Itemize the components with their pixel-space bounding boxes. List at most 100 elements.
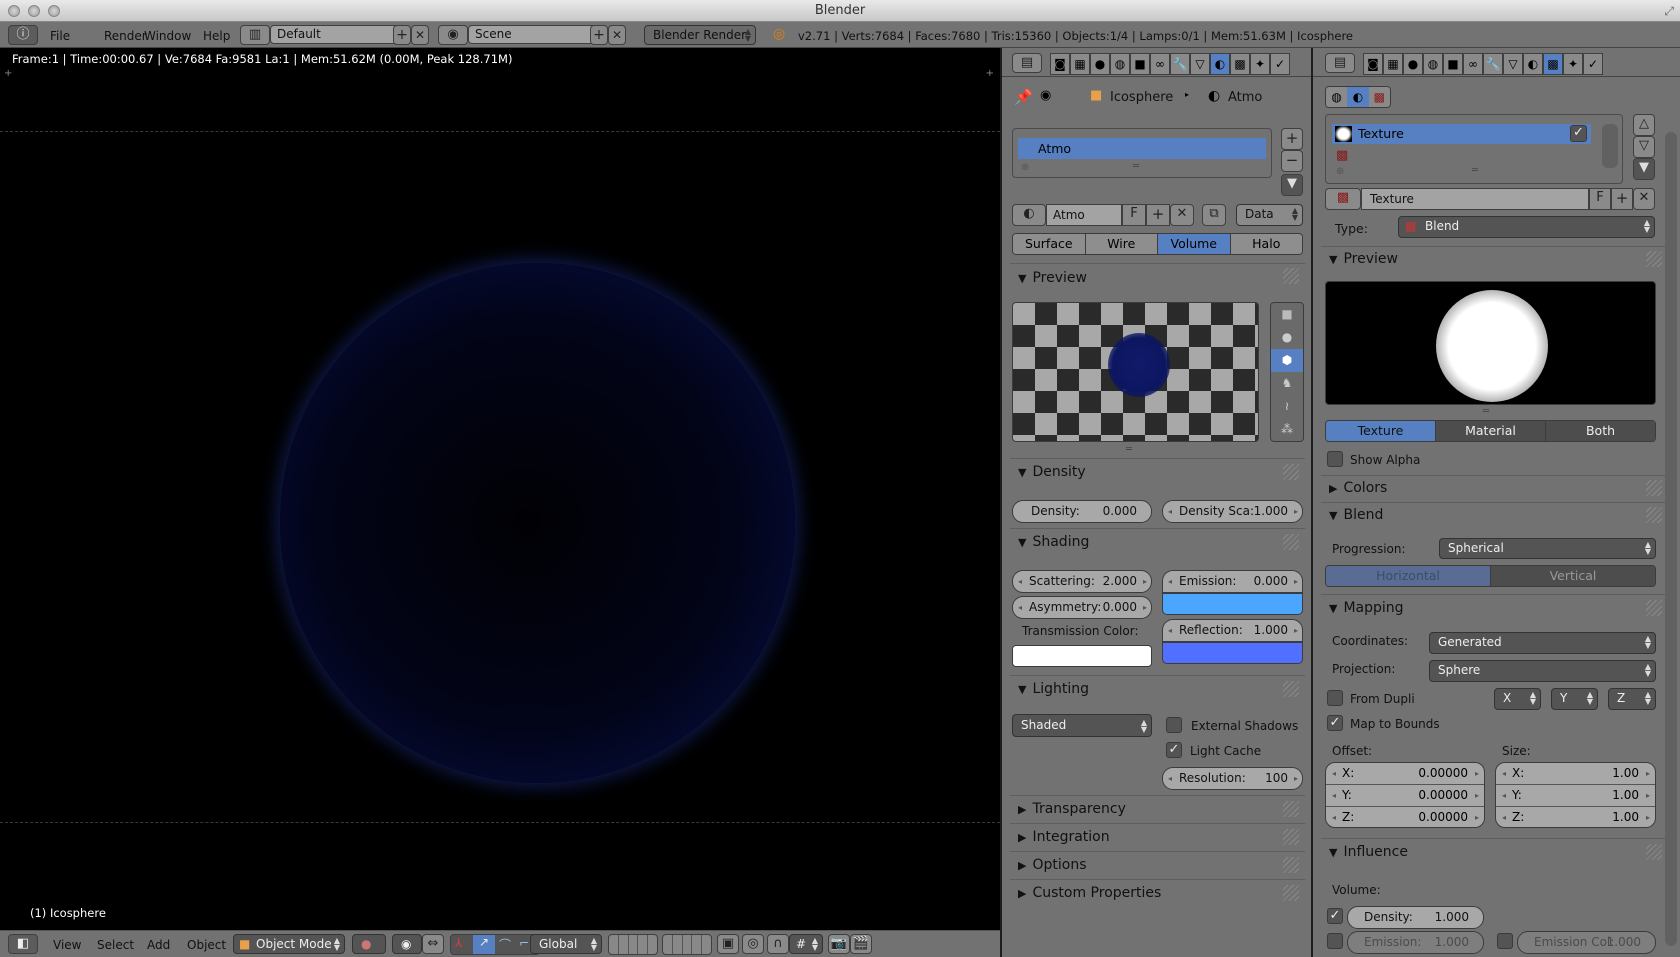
size-x-field[interactable]: ◂ X: 1.00 ▸ (1496, 763, 1655, 785)
preview-section-header[interactable]: ▼ Preview (1018, 270, 1087, 286)
layer-buttons-2[interactable] (662, 934, 712, 955)
list-resize-grip[interactable]: ═ (1472, 165, 1478, 176)
slot-specials-button[interactable]: ▼ (1633, 158, 1655, 180)
custom-properties-section-header[interactable]: ▶ Custom Properties (1018, 885, 1161, 901)
texture-slot-enabled-checkbox[interactable]: ✓ (1570, 125, 1587, 142)
tab-physics-icon[interactable]: ✓ (1583, 53, 1603, 75)
add-slot-button[interactable]: + (1281, 128, 1303, 150)
material-name-field[interactable]: Atmo (1046, 204, 1122, 226)
add-scene-button[interactable]: + (590, 25, 608, 45)
texture-browse-icon[interactable]: ▩ (1325, 188, 1361, 210)
close-window-button[interactable] (8, 5, 20, 17)
influence-emission-col-field[interactable]: Emission Col: 1.000 (1517, 931, 1656, 954)
influence-density-field[interactable]: Density: 1.000 (1347, 906, 1484, 929)
menu-add[interactable]: Add (147, 938, 170, 952)
preview-cube-icon[interactable]: ⬢ (1271, 349, 1303, 372)
texture-slot-item[interactable]: Texture ✓ (1332, 124, 1591, 144)
tab-halo[interactable]: Halo (1230, 234, 1302, 254)
options-section-header[interactable]: ▶ Options (1018, 857, 1087, 873)
viewport-shading-select[interactable]: ● (352, 934, 386, 954)
preview-resize-grip[interactable]: ═ (1126, 444, 1132, 455)
transmission-color-swatch[interactable] (1012, 645, 1152, 667)
tab-constraints-icon[interactable]: ∞ (1150, 53, 1170, 75)
texture-type-select[interactable]: ▩ Blend ▲ ▼ (1398, 216, 1655, 238)
lighting-section-header[interactable]: ▼ Lighting (1018, 681, 1089, 697)
tab-render-layers-icon[interactable]: ▦ (1383, 53, 1403, 75)
tab-particles-icon[interactable]: ✦ (1250, 53, 1270, 75)
add-layout-button[interactable]: + (393, 25, 411, 45)
offset-z-field[interactable]: ◂ Z: 0.00000 ▸ (1326, 807, 1484, 827)
tab-data-icon[interactable]: ▽ (1190, 53, 1210, 75)
menu-select[interactable]: Select (97, 938, 134, 952)
tab-object-icon[interactable]: ■ (1443, 53, 1463, 75)
tab-texture[interactable]: Texture (1326, 421, 1436, 441)
tab-render-icon[interactable]: ◙ (1363, 53, 1383, 75)
panel-drag-grip[interactable] (1283, 464, 1299, 480)
panel-drag-grip[interactable] (1646, 251, 1662, 267)
panel-drag-grip[interactable] (1283, 885, 1299, 901)
emission-field[interactable]: ◂ Emission: 0.000 ▸ (1162, 570, 1303, 593)
delete-layout-button[interactable]: ✕ (411, 25, 429, 45)
tab-horizontal[interactable]: Horizontal (1326, 566, 1491, 586)
tab-volume[interactable]: Volume (1158, 234, 1231, 254)
other-texture-icon[interactable]: ▩ (1368, 87, 1390, 107)
external-shadows-checkbox[interactable] (1166, 717, 1182, 733)
lock-layers-icon[interactable]: ▣ (717, 934, 739, 954)
map-to-bounds-checkbox[interactable]: ✓ (1327, 715, 1343, 731)
tab-physics-icon[interactable]: ✓ (1270, 53, 1290, 75)
panel-drag-grip[interactable] (1646, 480, 1662, 496)
screen-layout-field[interactable]: Default (270, 25, 410, 44)
density-slider[interactable]: Density: 0.000 (1012, 500, 1152, 523)
tab-material-icon[interactable]: ◐ (1523, 53, 1543, 75)
transparency-section-header[interactable]: ▶ Transparency (1018, 801, 1126, 817)
fake-user-button[interactable]: F (1589, 188, 1611, 210)
blend-section-header[interactable]: ▼ Blend (1329, 507, 1383, 523)
slot-add-icon[interactable]: ⊕ (1021, 162, 1029, 173)
shading-section-header[interactable]: ▼ Shading (1018, 534, 1089, 550)
menu-render[interactable]: Render (104, 29, 147, 43)
show-alpha-checkbox[interactable] (1327, 451, 1343, 467)
properties-scrollbar[interactable] (1665, 132, 1677, 946)
offset-y-field[interactable]: ◂ Y: 0.00000 ▸ (1326, 785, 1484, 807)
material-browse-icon[interactable]: ◐ (1012, 204, 1046, 226)
tab-material[interactable]: Material (1436, 421, 1546, 441)
render-opengl-icon[interactable]: 📷 (828, 934, 850, 954)
menu-file[interactable]: File (50, 29, 70, 43)
size-z-field[interactable]: ◂ Z: 1.00 ▸ (1496, 807, 1655, 827)
tab-texture-icon[interactable]: ▩ (1230, 53, 1250, 75)
empty-slot-texture-icon[interactable]: ▩ (1336, 148, 1348, 163)
texture-preview-section-header[interactable]: ▼ Preview (1329, 251, 1398, 267)
render-engine-select[interactable]: Blender Render ▲ ▼ (644, 25, 756, 45)
emission-color-swatch[interactable] (1162, 593, 1303, 615)
snap-element-select[interactable]: # ▲ ▼ (789, 934, 823, 954)
tab-material-icon[interactable]: ◐ (1210, 53, 1230, 75)
menu-window[interactable]: Window (144, 29, 191, 43)
density-scale-field[interactable]: ◂ Density Sca: 1.000 ▸ (1162, 500, 1303, 523)
menu-object[interactable]: Object (187, 938, 226, 952)
influence-section-header[interactable]: ▼ Influence (1329, 844, 1408, 860)
material-slot-item[interactable]: Atmo (1018, 138, 1266, 159)
rotate-icon[interactable]: ⌒ (499, 936, 511, 953)
tab-modifiers-icon[interactable]: 🔧 (1170, 53, 1190, 75)
slot-list-scrollbar[interactable] (1602, 124, 1618, 168)
reflection-color-swatch[interactable] (1162, 642, 1303, 664)
translate-icon[interactable]: ↗ (473, 935, 495, 954)
tab-world-icon[interactable]: ◍ (1110, 53, 1130, 75)
mode-select[interactable]: ■ Object Mode ▲ ▼ (233, 934, 345, 954)
preview-plane-icon[interactable]: ■ (1271, 303, 1303, 326)
panel-drag-grip[interactable] (1646, 600, 1662, 616)
progression-select[interactable]: Spherical ▲ ▼ (1439, 538, 1656, 559)
influence-emission-checkbox[interactable] (1327, 933, 1343, 949)
from-dupli-checkbox[interactable] (1327, 690, 1343, 706)
tab-world-icon[interactable]: ◍ (1423, 53, 1443, 75)
list-resize-grip[interactable]: ═ (1133, 161, 1139, 172)
remove-slot-button[interactable]: − (1281, 150, 1303, 172)
panel-drag-grip[interactable] (1283, 534, 1299, 550)
screen-layout-icon[interactable]: ▥ (240, 25, 270, 45)
panel-drag-grip[interactable] (1283, 857, 1299, 873)
light-cache-checkbox[interactable]: ✓ (1166, 742, 1182, 758)
minimize-window-button[interactable] (28, 5, 40, 17)
world-texture-icon[interactable]: ◍ (1326, 87, 1348, 107)
transform-orientation-select[interactable]: Global ▲ ▼ (530, 934, 602, 954)
tab-texture-icon[interactable]: ▩ (1543, 53, 1563, 75)
